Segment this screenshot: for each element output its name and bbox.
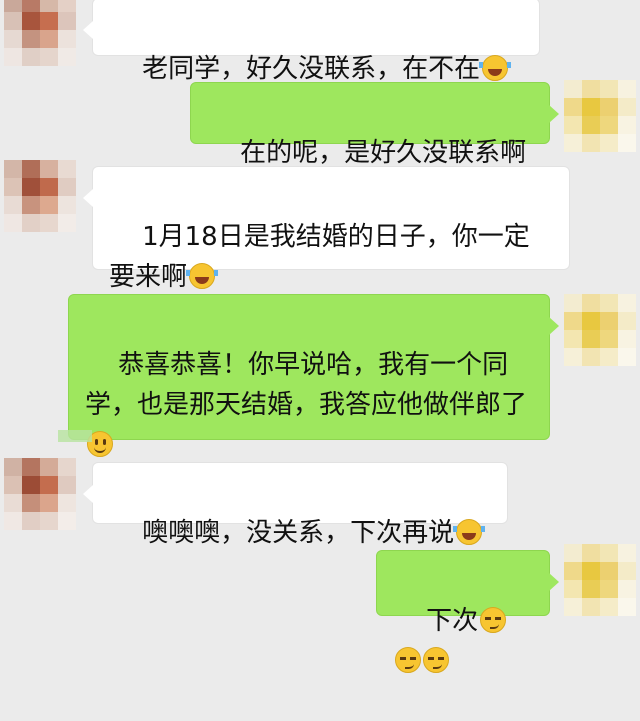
smirking-face-icon: [480, 607, 507, 633]
face-with-tears-of-joy-icon: [186, 263, 219, 289]
message-bubble-incoming[interactable]: 老同学，好久没联系，在不在: [83, 0, 540, 84]
smirking-face-icon: [395, 647, 421, 673]
chat-conversation: 老同学，好久没联系，在不在 在的呢，是好久没联系啊 1月18日是我结婚的日子，你…: [0, 0, 640, 673]
face-with-tears-of-joy-icon: [453, 519, 486, 545]
selection-marker: [58, 430, 92, 442]
message-text: 在的呢，是好久没联系啊: [240, 138, 527, 168]
message-bubble-outgoing[interactable]: 下次: [376, 550, 559, 673]
message-bubble-incoming[interactable]: 噢噢噢，没关系，下次再说: [83, 462, 508, 548]
message-text: 下次: [426, 606, 479, 636]
message-text: 恭喜恭喜！你早说哈，我有一个同学，也是那天结婚，我答应他做伴郎了: [85, 350, 528, 420]
my-avatar[interactable]: [564, 80, 636, 152]
contact-avatar[interactable]: [4, 458, 76, 530]
message-text: 老同学，好久没联系，在不在: [142, 54, 481, 84]
my-avatar[interactable]: [564, 294, 636, 366]
contact-avatar[interactable]: [4, 0, 76, 66]
smirking-face-icon: [423, 647, 449, 673]
contact-avatar[interactable]: [4, 160, 76, 232]
face-with-tears-of-joy-icon: [479, 55, 512, 81]
my-avatar[interactable]: [564, 544, 636, 616]
message-text: 噢噢噢，没关系，下次再说: [142, 518, 455, 548]
message-bubble-incoming[interactable]: 1月18日是我结婚的日子，你一定要来啊: [83, 166, 570, 292]
message-text: 1月18日是我结婚的日子，你一定要来啊: [109, 222, 530, 292]
message-bubble-outgoing[interactable]: 在的呢，是好久没联系啊: [190, 82, 559, 168]
message-bubble-outgoing[interactable]: 恭喜恭喜！你早说哈，我有一个同学，也是那天结婚，我答应他做伴郎了: [68, 294, 559, 457]
